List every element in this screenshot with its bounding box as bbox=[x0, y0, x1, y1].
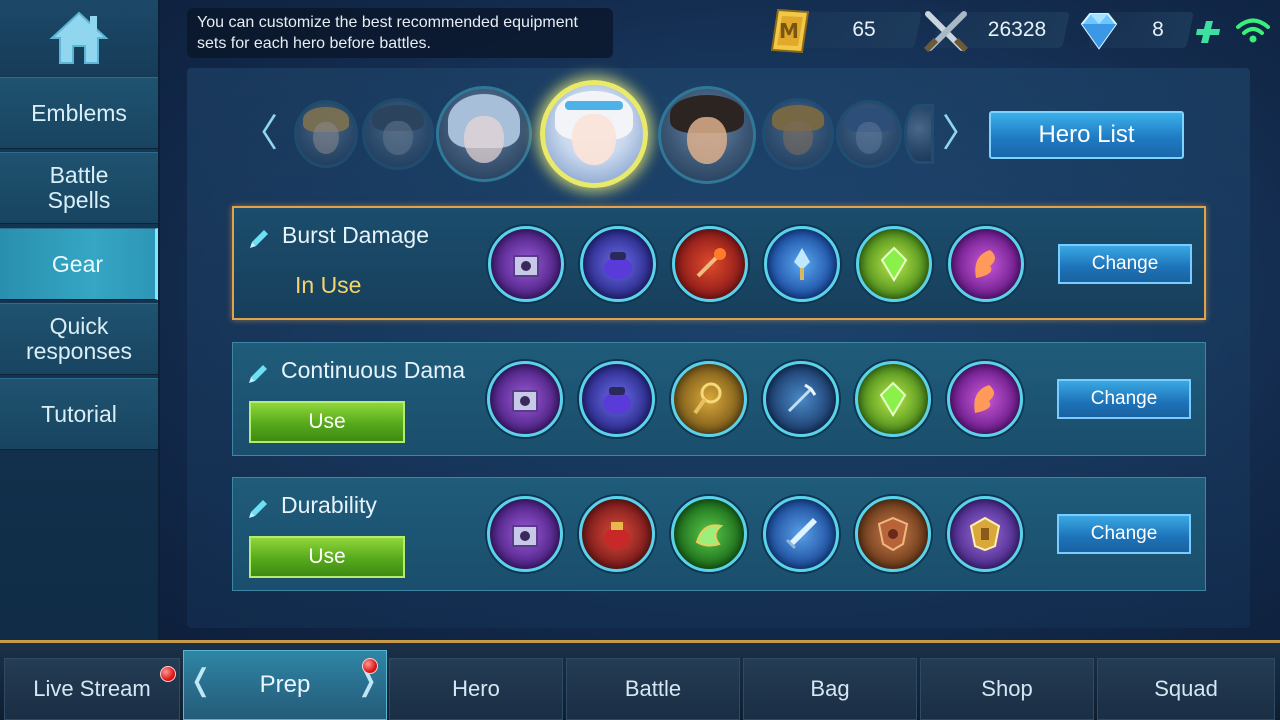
diamond-count: 8 bbox=[1152, 18, 1164, 41]
tiara-icon bbox=[564, 100, 624, 111]
ticket-icon: M bbox=[770, 8, 810, 54]
sidebar-item-battle-spells[interactable]: Battle Spells bbox=[0, 152, 158, 224]
edit-pencil-icon[interactable] bbox=[247, 496, 271, 520]
tab-battle[interactable]: Battle bbox=[566, 658, 740, 720]
gear-set-burst-damage[interactable]: Burst Damage In Use Change bbox=[232, 206, 1206, 320]
ice-sword-icon[interactable] bbox=[763, 496, 839, 572]
hero-portrait[interactable] bbox=[436, 86, 532, 182]
gear-set-continuous-damage[interactable]: Continuous Dama Use Change bbox=[232, 342, 1206, 456]
crossed-swords-icon bbox=[923, 11, 969, 53]
red-pouch-icon[interactable] bbox=[579, 496, 655, 572]
hero-portrait[interactable] bbox=[658, 86, 756, 184]
phoenix-feather-icon[interactable] bbox=[948, 226, 1024, 302]
ticket-count: 65 bbox=[852, 18, 876, 41]
hero-portrait[interactable] bbox=[762, 98, 834, 170]
tab-bag[interactable]: Bag bbox=[743, 658, 917, 720]
sidebar-item-tutorial[interactable]: Tutorial bbox=[0, 378, 158, 450]
selected-hero-portrait[interactable] bbox=[540, 80, 648, 188]
tab-prep[interactable]: ❬ Prep ❭ bbox=[183, 650, 387, 720]
hero-portrait[interactable] bbox=[294, 100, 358, 168]
sidebar: Emblems Battle Spells Gear Quick respons… bbox=[0, 0, 160, 640]
gear-set-name: Continuous Dama bbox=[281, 357, 466, 383]
use-button[interactable]: Use bbox=[249, 401, 405, 443]
gear-set-durability[interactable]: Durability Use Change bbox=[232, 477, 1206, 591]
hero-portrait[interactable] bbox=[904, 104, 934, 164]
gear-set-name: Burst Damage bbox=[282, 222, 430, 248]
golden-shield-icon[interactable] bbox=[947, 496, 1023, 572]
battle-points-count: 26328 bbox=[987, 18, 1047, 41]
ice-crystal-wand-icon[interactable] bbox=[764, 226, 840, 302]
jade-dragon-icon[interactable] bbox=[671, 496, 747, 572]
tab-shop[interactable]: Shop bbox=[920, 658, 1094, 720]
sidebar-item-gear[interactable]: Gear bbox=[0, 228, 158, 300]
svg-text:M: M bbox=[779, 19, 799, 43]
home-button[interactable] bbox=[0, 0, 158, 76]
sidebar-item-quick-responses[interactable]: Quick responses bbox=[0, 303, 158, 375]
green-crystal-icon[interactable] bbox=[855, 361, 931, 437]
golden-scepter-icon[interactable] bbox=[671, 361, 747, 437]
change-button[interactable]: Change bbox=[1058, 244, 1192, 284]
change-button[interactable]: Change bbox=[1057, 514, 1191, 554]
tab-hero[interactable]: Hero bbox=[389, 658, 563, 720]
in-use-label: In Use bbox=[295, 272, 362, 298]
bronze-shield-icon[interactable] bbox=[855, 496, 931, 572]
gem-box-icon[interactable] bbox=[487, 361, 563, 437]
phoenix-feather-icon[interactable] bbox=[947, 361, 1023, 437]
notification-dot bbox=[160, 666, 176, 682]
hero-portrait[interactable] bbox=[836, 100, 902, 168]
gem-box-icon[interactable] bbox=[488, 226, 564, 302]
home-icon bbox=[49, 11, 109, 64]
tab-live-stream[interactable]: Live Stream bbox=[4, 658, 180, 720]
diamond-icon bbox=[1080, 13, 1118, 50]
gem-box-icon[interactable] bbox=[487, 496, 563, 572]
green-crystal-icon[interactable] bbox=[856, 226, 932, 302]
wifi-icon bbox=[1236, 18, 1270, 43]
hero-portrait[interactable] bbox=[362, 98, 434, 170]
carousel-next-arrow[interactable]: 〉 bbox=[942, 112, 980, 156]
change-button[interactable]: Change bbox=[1057, 379, 1191, 419]
trident-icon[interactable] bbox=[763, 361, 839, 437]
purple-bag-icon[interactable] bbox=[579, 361, 655, 437]
tip-text: You can customize the best recommended e… bbox=[187, 8, 613, 58]
notification-dot bbox=[362, 658, 378, 674]
hero-list-button[interactable]: Hero List bbox=[989, 111, 1184, 159]
use-button[interactable]: Use bbox=[249, 536, 405, 578]
add-diamonds-icon[interactable] bbox=[1196, 20, 1222, 44]
purple-bag-icon[interactable] bbox=[580, 226, 656, 302]
edit-pencil-icon[interactable] bbox=[248, 226, 272, 250]
sidebar-item-emblems[interactable]: Emblems bbox=[0, 77, 158, 149]
edit-pencil-icon[interactable] bbox=[247, 361, 271, 385]
tab-squad[interactable]: Squad bbox=[1097, 658, 1275, 720]
gear-set-name: Durability bbox=[281, 492, 377, 518]
carousel-prev-arrow[interactable]: 〈 bbox=[240, 112, 278, 156]
chevron-left-icon: ❬ bbox=[188, 664, 214, 697]
flame-staff-icon[interactable] bbox=[672, 226, 748, 302]
